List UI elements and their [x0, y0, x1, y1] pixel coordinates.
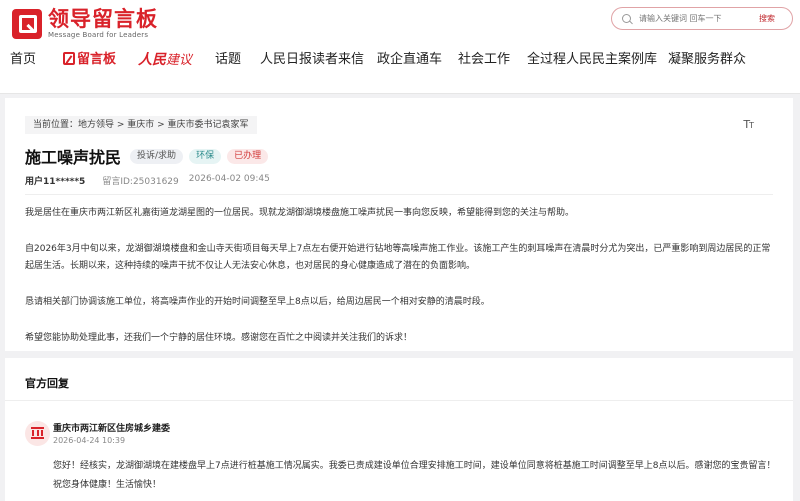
- reply-text: 您好！经核实，龙湖御湖境在建楼盘早上7点进行桩基施工情况属实。我委已责成建设单位…: [53, 461, 776, 490]
- nav-item-serve-masses[interactable]: 凝聚服务群众: [668, 50, 746, 70]
- nav-item-readers-letters[interactable]: 人民日报读者来信: [260, 50, 364, 70]
- breadcrumb: 当前位置：地方领导 > 重庆市 > 重庆市委书记袁家军: [25, 116, 257, 134]
- reply-org-name: 重庆市两江新区住房城乡建委: [53, 424, 171, 434]
- page-title: 施工噪声扰民: [25, 148, 122, 167]
- message-card: 当前位置：地方领导 > 重庆市 > 重庆市委书记袁家军 TT 施工噪声扰民 投诉…: [5, 98, 793, 351]
- post-time: 2026-04-02 09:45: [188, 174, 270, 184]
- search-input[interactable]: [639, 14, 751, 23]
- message-body: 我是居住在重庆市两江新区礼嘉街道龙湖星图的一位居民。现就龙湖御湖境楼盘施工噪声扰…: [25, 205, 773, 351]
- reply-heading: 官方回复: [25, 377, 69, 390]
- nav-brand-prefix: 人民: [138, 52, 166, 68]
- main-nav: 首页 留言板 人民建议 话题 人民日报读者来信 政企直通车 社会工作 全过程人民…: [0, 50, 800, 70]
- body-paragraph: 我是居住在重庆市两江新区礼嘉街道龙湖星图的一位居民。现就龙湖御湖境楼盘施工噪声扰…: [25, 208, 575, 218]
- search-button[interactable]: 搜索: [759, 13, 775, 24]
- nav-item-social-work[interactable]: 社会工作: [458, 50, 510, 70]
- nav-item-suggestion[interactable]: 人民建议: [138, 50, 192, 71]
- message-id: 留言ID:25031629: [102, 177, 179, 187]
- nav-item-democracy-cases[interactable]: 全过程人民民主案例库: [527, 50, 657, 70]
- logo-icon: [12, 9, 42, 39]
- search-box: 搜索: [611, 7, 793, 30]
- title-row: 施工噪声扰民 投诉/求助 环保 已办理: [25, 144, 269, 168]
- body-paragraph: 恳请相关部门协调该施工单位，将高噪声作业的开始时间调整至早上8点以后，给周边居民…: [25, 297, 490, 307]
- nav-item-message-board[interactable]: 留言板: [63, 50, 116, 70]
- search-icon: [622, 14, 631, 23]
- post-meta: 用户11*****5 留言ID:25031629 2026-04-02 09:4…: [25, 174, 270, 187]
- logo-text: 领导留言板 Message Board for Leaders: [48, 8, 158, 40]
- top-header: 领导留言板 Message Board for Leaders 搜索 首页 留言…: [0, 0, 800, 94]
- edit-icon: [63, 52, 75, 65]
- government-building-icon: [25, 421, 50, 446]
- body-paragraph: 自2026年3月中旬以来，龙湖御湖境楼盘和金山寺天街项目每天早上7点左右便开始进…: [25, 244, 771, 271]
- divider: [25, 194, 773, 195]
- nav-item-topics[interactable]: 话题: [215, 50, 241, 70]
- nav-label-message-board: 留言板: [77, 52, 117, 67]
- topic-tag: 环保: [189, 148, 222, 164]
- logo-subtitle: Message Board for Leaders: [48, 31, 149, 39]
- author-name: 用户11*****5: [25, 177, 86, 187]
- logo-title: 领导留言板: [48, 7, 158, 31]
- nav-label-suggestion: 建议: [166, 53, 193, 68]
- divider: [5, 400, 793, 401]
- site-logo[interactable]: 领导留言板 Message Board for Leaders: [12, 8, 158, 40]
- category-tag: 投诉/求助: [130, 148, 184, 164]
- nav-item-home[interactable]: 首页: [10, 50, 36, 70]
- reply-time: 2026-04-24 10:39: [53, 436, 126, 445]
- nav-item-enterprise-express[interactable]: 政企直通车: [377, 50, 442, 70]
- body-paragraph: 希望您能协助处理此事，还我们一个宁静的居住环境。感谢您在百忙之中阅读并关注我们的…: [25, 333, 413, 343]
- official-reply-section: 官方回复 重庆市两江新区住房城乡建委 2026-04-24 10:39 您好！经…: [5, 358, 793, 501]
- status-badge: 已办理: [227, 148, 269, 164]
- font-size-icon[interactable]: TT: [743, 118, 754, 131]
